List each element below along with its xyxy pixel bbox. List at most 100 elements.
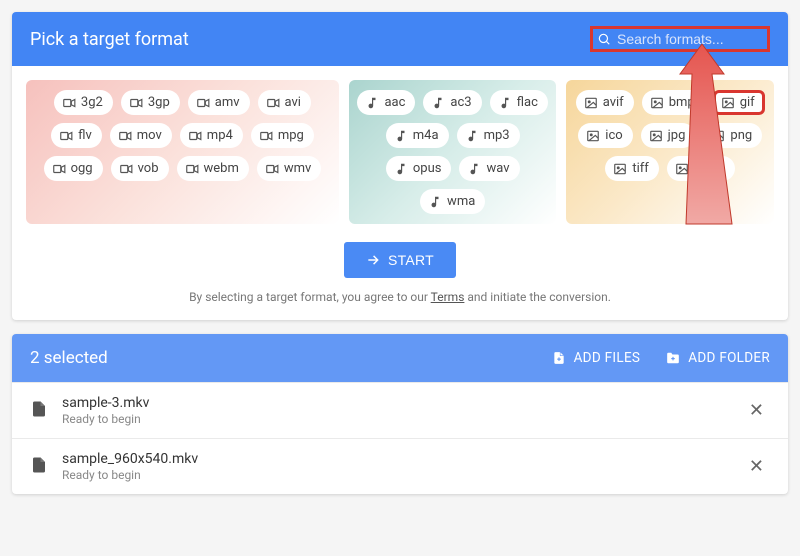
format-chip-label: ogg xyxy=(71,161,93,176)
format-chip-label: jpg xyxy=(668,128,686,143)
image-icon xyxy=(586,129,600,143)
image-icon xyxy=(649,129,663,143)
search-input[interactable] xyxy=(617,31,763,47)
format-chip-label: mov xyxy=(137,128,162,143)
audio-icon xyxy=(394,129,408,143)
video-format-wmv[interactable]: wmv xyxy=(257,156,321,181)
audio-formats-panel: aac ac3 flac m4a mp3 opus wavwma xyxy=(349,80,557,224)
audio-format-wav[interactable]: wav xyxy=(459,156,519,181)
image-icon xyxy=(721,96,735,110)
terms-post: and initiate the conversion. xyxy=(464,290,611,304)
format-chip-label: flv xyxy=(78,128,92,143)
audio-format-mp3[interactable]: mp3 xyxy=(457,123,520,148)
image-icon xyxy=(613,162,627,176)
format-picker-header: Pick a target format xyxy=(12,12,788,66)
image-format-webp[interactable]: webp xyxy=(667,156,735,181)
start-button[interactable]: START xyxy=(344,242,456,278)
video-icon xyxy=(196,96,210,110)
file-info: sample-3.mkvReady to begin xyxy=(62,395,729,426)
audio-icon xyxy=(365,96,379,110)
format-chip-label: aac xyxy=(384,95,405,110)
file-row: sample-3.mkvReady to begin ✕ xyxy=(12,382,788,438)
file-name: sample-3.mkv xyxy=(62,395,729,411)
file-row: sample_960x540.mkvReady to begin ✕ xyxy=(12,438,788,494)
queue-header: 2 selected ADD FILES ADD FOLDER xyxy=(12,334,788,382)
audio-format-m4a[interactable]: m4a xyxy=(386,123,449,148)
format-chip-label: gif xyxy=(740,95,755,110)
video-format-3g2[interactable]: 3g2 xyxy=(54,90,113,115)
format-chip-label: vob xyxy=(138,161,159,176)
video-format-webm[interactable]: webm xyxy=(177,156,249,181)
format-chip-label: ac3 xyxy=(450,95,471,110)
video-icon xyxy=(118,129,132,143)
format-chip-label: ico xyxy=(605,128,622,143)
format-picker-card: Pick a target format 3g2 3gp amv avi flv mov m… xyxy=(12,12,788,320)
add-folder-label: ADD FOLDER xyxy=(688,350,770,366)
terms-link[interactable]: Terms xyxy=(431,290,465,304)
image-format-ico[interactable]: ico xyxy=(578,123,632,148)
add-files-button[interactable]: ADD FILES xyxy=(552,350,641,366)
image-formats-panel: avifbmp gif ico jpg png tiff webp xyxy=(566,80,774,224)
image-format-bmp[interactable]: bmp xyxy=(642,90,705,115)
audio-format-ac3[interactable]: ac3 xyxy=(423,90,481,115)
image-icon xyxy=(711,129,725,143)
file-info: sample_960x540.mkvReady to begin xyxy=(62,451,729,482)
format-chip-label: 3gp xyxy=(148,95,170,110)
format-chip-label: m4a xyxy=(413,128,439,143)
video-icon xyxy=(188,129,202,143)
video-format-ogg[interactable]: ogg xyxy=(44,156,103,181)
format-chip-label: 3g2 xyxy=(81,95,103,110)
audio-icon xyxy=(498,96,512,110)
audio-format-flac[interactable]: flac xyxy=(490,90,548,115)
file-name: sample_960x540.mkv xyxy=(62,451,729,467)
arrow-right-icon xyxy=(366,253,380,267)
image-format-png[interactable]: png xyxy=(703,123,762,148)
file-list: sample-3.mkvReady to begin✕sample_960x54… xyxy=(12,382,788,494)
audio-icon xyxy=(394,162,408,176)
file-status: Ready to begin xyxy=(62,468,729,482)
file-status: Ready to begin xyxy=(62,412,729,426)
file-icon xyxy=(30,456,48,478)
format-chip-label: mpg xyxy=(278,128,304,143)
file-queue-card: 2 selected ADD FILES ADD FOLDER sample-3… xyxy=(12,334,788,494)
start-label: START xyxy=(388,252,434,268)
audio-format-opus[interactable]: opus xyxy=(386,156,452,181)
format-panels: 3g2 3gp amv avi flv mov mp4 mpg ogg vob webm wmv aa… xyxy=(12,66,788,238)
file-plus-icon xyxy=(552,351,566,365)
folder-plus-icon xyxy=(666,351,680,365)
video-icon xyxy=(119,162,133,176)
format-chip-label: mp3 xyxy=(484,128,510,143)
video-format-amv[interactable]: amv xyxy=(188,90,250,115)
image-format-gif[interactable]: gif xyxy=(713,90,765,115)
audio-icon xyxy=(467,162,481,176)
format-chip-label: wmv xyxy=(284,161,311,176)
video-icon xyxy=(52,162,66,176)
search-formats-wrap[interactable] xyxy=(590,26,770,52)
selected-count-label: 2 selected xyxy=(30,348,108,368)
video-format-mov[interactable]: mov xyxy=(110,123,172,148)
image-format-tiff[interactable]: tiff xyxy=(605,156,658,181)
video-icon xyxy=(265,162,279,176)
format-chip-label: webp xyxy=(694,161,725,176)
video-format-avi[interactable]: avi xyxy=(258,90,311,115)
format-chip-label: wav xyxy=(486,161,509,176)
audio-format-wma[interactable]: wma xyxy=(420,189,485,214)
audio-format-aac[interactable]: aac xyxy=(357,90,415,115)
video-format-flv[interactable]: flv xyxy=(51,123,102,148)
video-format-vob[interactable]: vob xyxy=(111,156,169,181)
add-folder-button[interactable]: ADD FOLDER xyxy=(666,350,770,366)
image-format-jpg[interactable]: jpg xyxy=(641,123,696,148)
image-format-avif[interactable]: avif xyxy=(576,90,634,115)
format-chip-label: avi xyxy=(285,95,301,110)
video-icon xyxy=(185,162,199,176)
remove-file-button[interactable]: ✕ xyxy=(743,396,770,425)
image-icon xyxy=(584,96,598,110)
video-format-mpg[interactable]: mpg xyxy=(251,123,314,148)
remove-file-button[interactable]: ✕ xyxy=(743,452,770,481)
terms-row: By selecting a target format, you agree … xyxy=(12,290,788,320)
video-format-3gp[interactable]: 3gp xyxy=(121,90,180,115)
search-icon xyxy=(597,32,611,46)
video-format-mp4[interactable]: mp4 xyxy=(180,123,243,148)
file-icon xyxy=(30,400,48,422)
audio-icon xyxy=(428,195,442,209)
